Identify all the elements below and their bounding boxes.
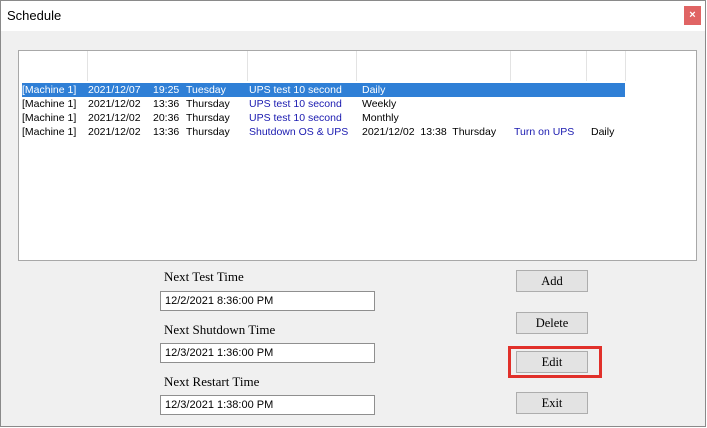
close-icon: × [689, 9, 696, 21]
next-shutdown-time-field[interactable]: 12/3/2021 1:36:00 PM [160, 343, 375, 363]
action-cell: Shutdown OS & UPS [249, 126, 349, 138]
next-restart-time-field[interactable]: 12/3/2021 1:38:00 PM [160, 395, 375, 415]
restart-time-cell: 2021/12/02 13:38 Thursday [362, 126, 497, 138]
column-divider[interactable] [586, 51, 587, 81]
machine-cell: [Machine 1] [22, 98, 77, 110]
day-cell: Thursday [186, 98, 230, 110]
date-cell: 2021/12/02 [88, 126, 141, 138]
repeat-cell: Daily [591, 126, 615, 138]
date-cell: 2021/12/02 [88, 112, 141, 124]
column-divider[interactable] [87, 51, 88, 81]
schedule-row[interactable]: [Machine 1] 2021/12/02 20:36 Thursday UP… [22, 111, 625, 125]
next-shutdown-time-label: Next Shutdown Time [164, 322, 276, 337]
action-cell: UPS test 10 second [249, 84, 342, 96]
schedule-list[interactable]: [Machine 1] 2021/12/07 19:25 Tuesday UPS… [18, 50, 697, 261]
schedule-window: Schedule × [Machine 1] 2021/12/07 19:25 … [0, 0, 706, 427]
day-cell: Thursday [186, 126, 230, 138]
date-cell: 2021/12/02 [88, 98, 141, 110]
delete-button[interactable]: Delete [516, 312, 588, 334]
window-title: Schedule [7, 8, 62, 23]
machine-cell: [Machine 1] [22, 112, 77, 124]
schedule-row[interactable]: [Machine 1] 2021/12/07 19:25 Tuesday UPS… [22, 83, 625, 97]
schedule-row[interactable]: [Machine 1] 2021/12/02 13:36 Thursday Sh… [22, 125, 625, 139]
machine-cell: [Machine 1] [22, 84, 77, 96]
schedule-row[interactable]: [Machine 1] 2021/12/02 13:36 Thursday UP… [22, 97, 625, 111]
title-bar[interactable]: Schedule × [1, 1, 705, 31]
column-divider[interactable] [356, 51, 357, 81]
column-divider[interactable] [625, 51, 626, 81]
column-divider[interactable] [247, 51, 248, 81]
day-cell: Tuesday [186, 84, 226, 96]
next-test-time-field[interactable]: 12/2/2021 8:36:00 PM [160, 291, 375, 311]
time-cell: 19:25 [153, 84, 180, 96]
time-cell: 13:36 [153, 126, 180, 138]
time-cell: 13:36 [153, 98, 180, 110]
column-divider[interactable] [510, 51, 511, 81]
day-cell: Thursday [186, 112, 230, 124]
repeat-cell: Weekly [362, 98, 397, 110]
edit-button[interactable]: Edit [516, 351, 588, 373]
machine-cell: [Machine 1] [22, 126, 77, 138]
time-cell: 20:36 [153, 112, 180, 124]
exit-button[interactable]: Exit [516, 392, 588, 414]
action-cell: UPS test 10 second [249, 112, 342, 124]
next-test-time-label: Next Test Time [164, 269, 244, 284]
close-button[interactable]: × [684, 6, 701, 25]
repeat-cell: Daily [362, 84, 386, 96]
add-button[interactable]: Add [516, 270, 588, 292]
restart-action-cell: Turn on UPS [514, 126, 575, 138]
repeat-cell: Monthly [362, 112, 399, 124]
next-restart-time-label: Next Restart Time [164, 374, 260, 389]
date-cell: 2021/12/07 [88, 84, 141, 96]
action-cell: UPS test 10 second [249, 98, 342, 110]
